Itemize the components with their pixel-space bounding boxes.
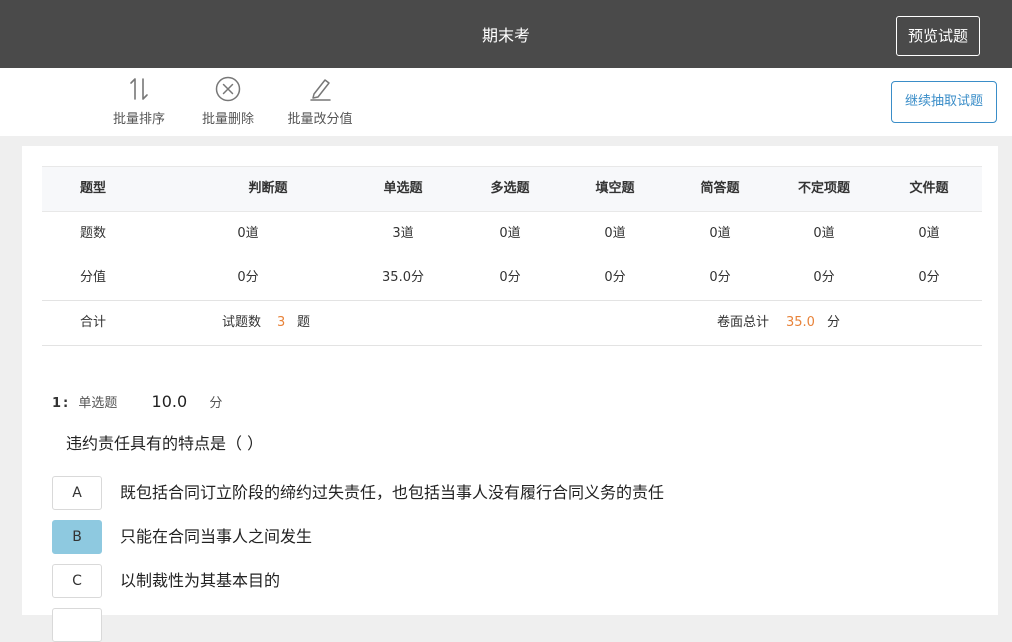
stats-summary-row: 合计 试题数 3 题 卷面总计 35.0 分: [42, 300, 982, 346]
stats-cell: 0道: [604, 226, 626, 241]
total-score-label: 卷面总计: [717, 315, 770, 330]
edit-pencil-icon: [284, 76, 356, 102]
stats-cell: 0道: [499, 226, 521, 241]
stats-cell: 0分: [604, 270, 626, 285]
stats-cell: 题数: [80, 226, 107, 241]
option-a-button[interactable]: A: [52, 476, 102, 510]
option-c-button[interactable]: C: [52, 564, 102, 598]
stats-cell: 0道: [813, 226, 835, 241]
question-header: 1: 单选题 10.0 分: [52, 390, 222, 414]
continue-extract-button[interactable]: 继续抽取试题: [891, 81, 997, 123]
stats-header-cell: 文件题: [909, 181, 949, 196]
preview-questions-button[interactable]: 预览试题: [896, 16, 980, 56]
sort-icon: [110, 76, 168, 102]
option-c-text: 以制裁性为其基本目的: [120, 571, 281, 590]
question-stats-table: 题型 判断题 单选题 多选题 填空题 简答题 不定项题 文件题 题数 0道 3道…: [42, 166, 982, 346]
stats-cell: 0道: [709, 226, 731, 241]
exam-content-card: 题型 判断题 单选题 多选题 填空题 简答题 不定项题 文件题 题数 0道 3道…: [22, 146, 998, 642]
total-score-value: 35.0: [786, 315, 815, 330]
page-title: 期末考: [481, 26, 530, 45]
option-b-text: 只能在合同当事人之间发生: [120, 527, 313, 546]
toolbar: 批量排序 批量删除 批量改分值 继续抽取试题: [0, 68, 1012, 136]
option-a-text: 既包括合同订立阶段的缔约过失责任，也包括当事人没有履行合同义务的责任: [120, 483, 665, 502]
summary-label: 合计: [80, 315, 107, 330]
top-bar: 期末考 预览试题: [0, 0, 1012, 68]
stats-header-cell: 简答题: [700, 181, 740, 196]
batch-delete-label: 批量删除: [201, 112, 254, 127]
total-score-unit: 分: [827, 315, 841, 330]
batch-edit-score-label: 批量改分值: [287, 112, 353, 127]
question-number: 1: [52, 396, 62, 411]
stats-header-cell: 题型: [80, 181, 107, 196]
batch-sort-button[interactable]: 批量排序: [110, 76, 168, 127]
stats-cell: 0分: [237, 270, 259, 285]
stats-score-row: 分值 0分 35.0分 0分 0分 0分 0分 0分: [42, 256, 982, 300]
stats-header-row: 题型 判断题 单选题 多选题 填空题 简答题 不定项题 文件题: [42, 166, 982, 212]
stats-cell: 0分: [499, 270, 521, 285]
stats-header-cell: 不定项题: [797, 181, 851, 196]
question-count-label: 试题数: [222, 315, 262, 330]
stats-cell: 0分: [918, 270, 940, 285]
stats-cell: 0分: [813, 270, 835, 285]
stats-cell: 0道: [918, 226, 940, 241]
question-score-unit: 分: [209, 396, 223, 411]
stats-cell: 0道: [237, 226, 259, 241]
question-text: 违约责任具有的特点是（ ）: [66, 434, 264, 453]
option-d-button[interactable]: [52, 608, 102, 642]
stats-header-cell: 单选题: [383, 181, 423, 196]
stats-header-cell: 多选题: [490, 181, 530, 196]
question-score[interactable]: 10.0: [152, 392, 188, 411]
stats-cell: 0分: [709, 270, 731, 285]
stats-count-row: 题数 0道 3道 0道 0道 0道 0道 0道: [42, 212, 982, 256]
question-type: 单选题: [78, 396, 118, 411]
question-number-colon: :: [63, 396, 69, 411]
stats-cell: 3道: [392, 226, 414, 241]
stats-header-cell: 判断题: [248, 181, 288, 196]
batch-sort-label: 批量排序: [112, 112, 165, 127]
option-b-button[interactable]: B: [52, 520, 102, 554]
question-count-value: 3: [277, 315, 286, 330]
batch-delete-button[interactable]: 批量删除: [199, 76, 257, 127]
stats-header-cell: 填空题: [595, 181, 635, 196]
delete-circle-icon: [199, 76, 257, 102]
question-count-unit: 题: [297, 315, 311, 330]
stats-cell: 分值: [80, 270, 107, 285]
batch-edit-score-button[interactable]: 批量改分值: [284, 76, 356, 127]
stats-cell: 35.0分: [382, 270, 424, 285]
